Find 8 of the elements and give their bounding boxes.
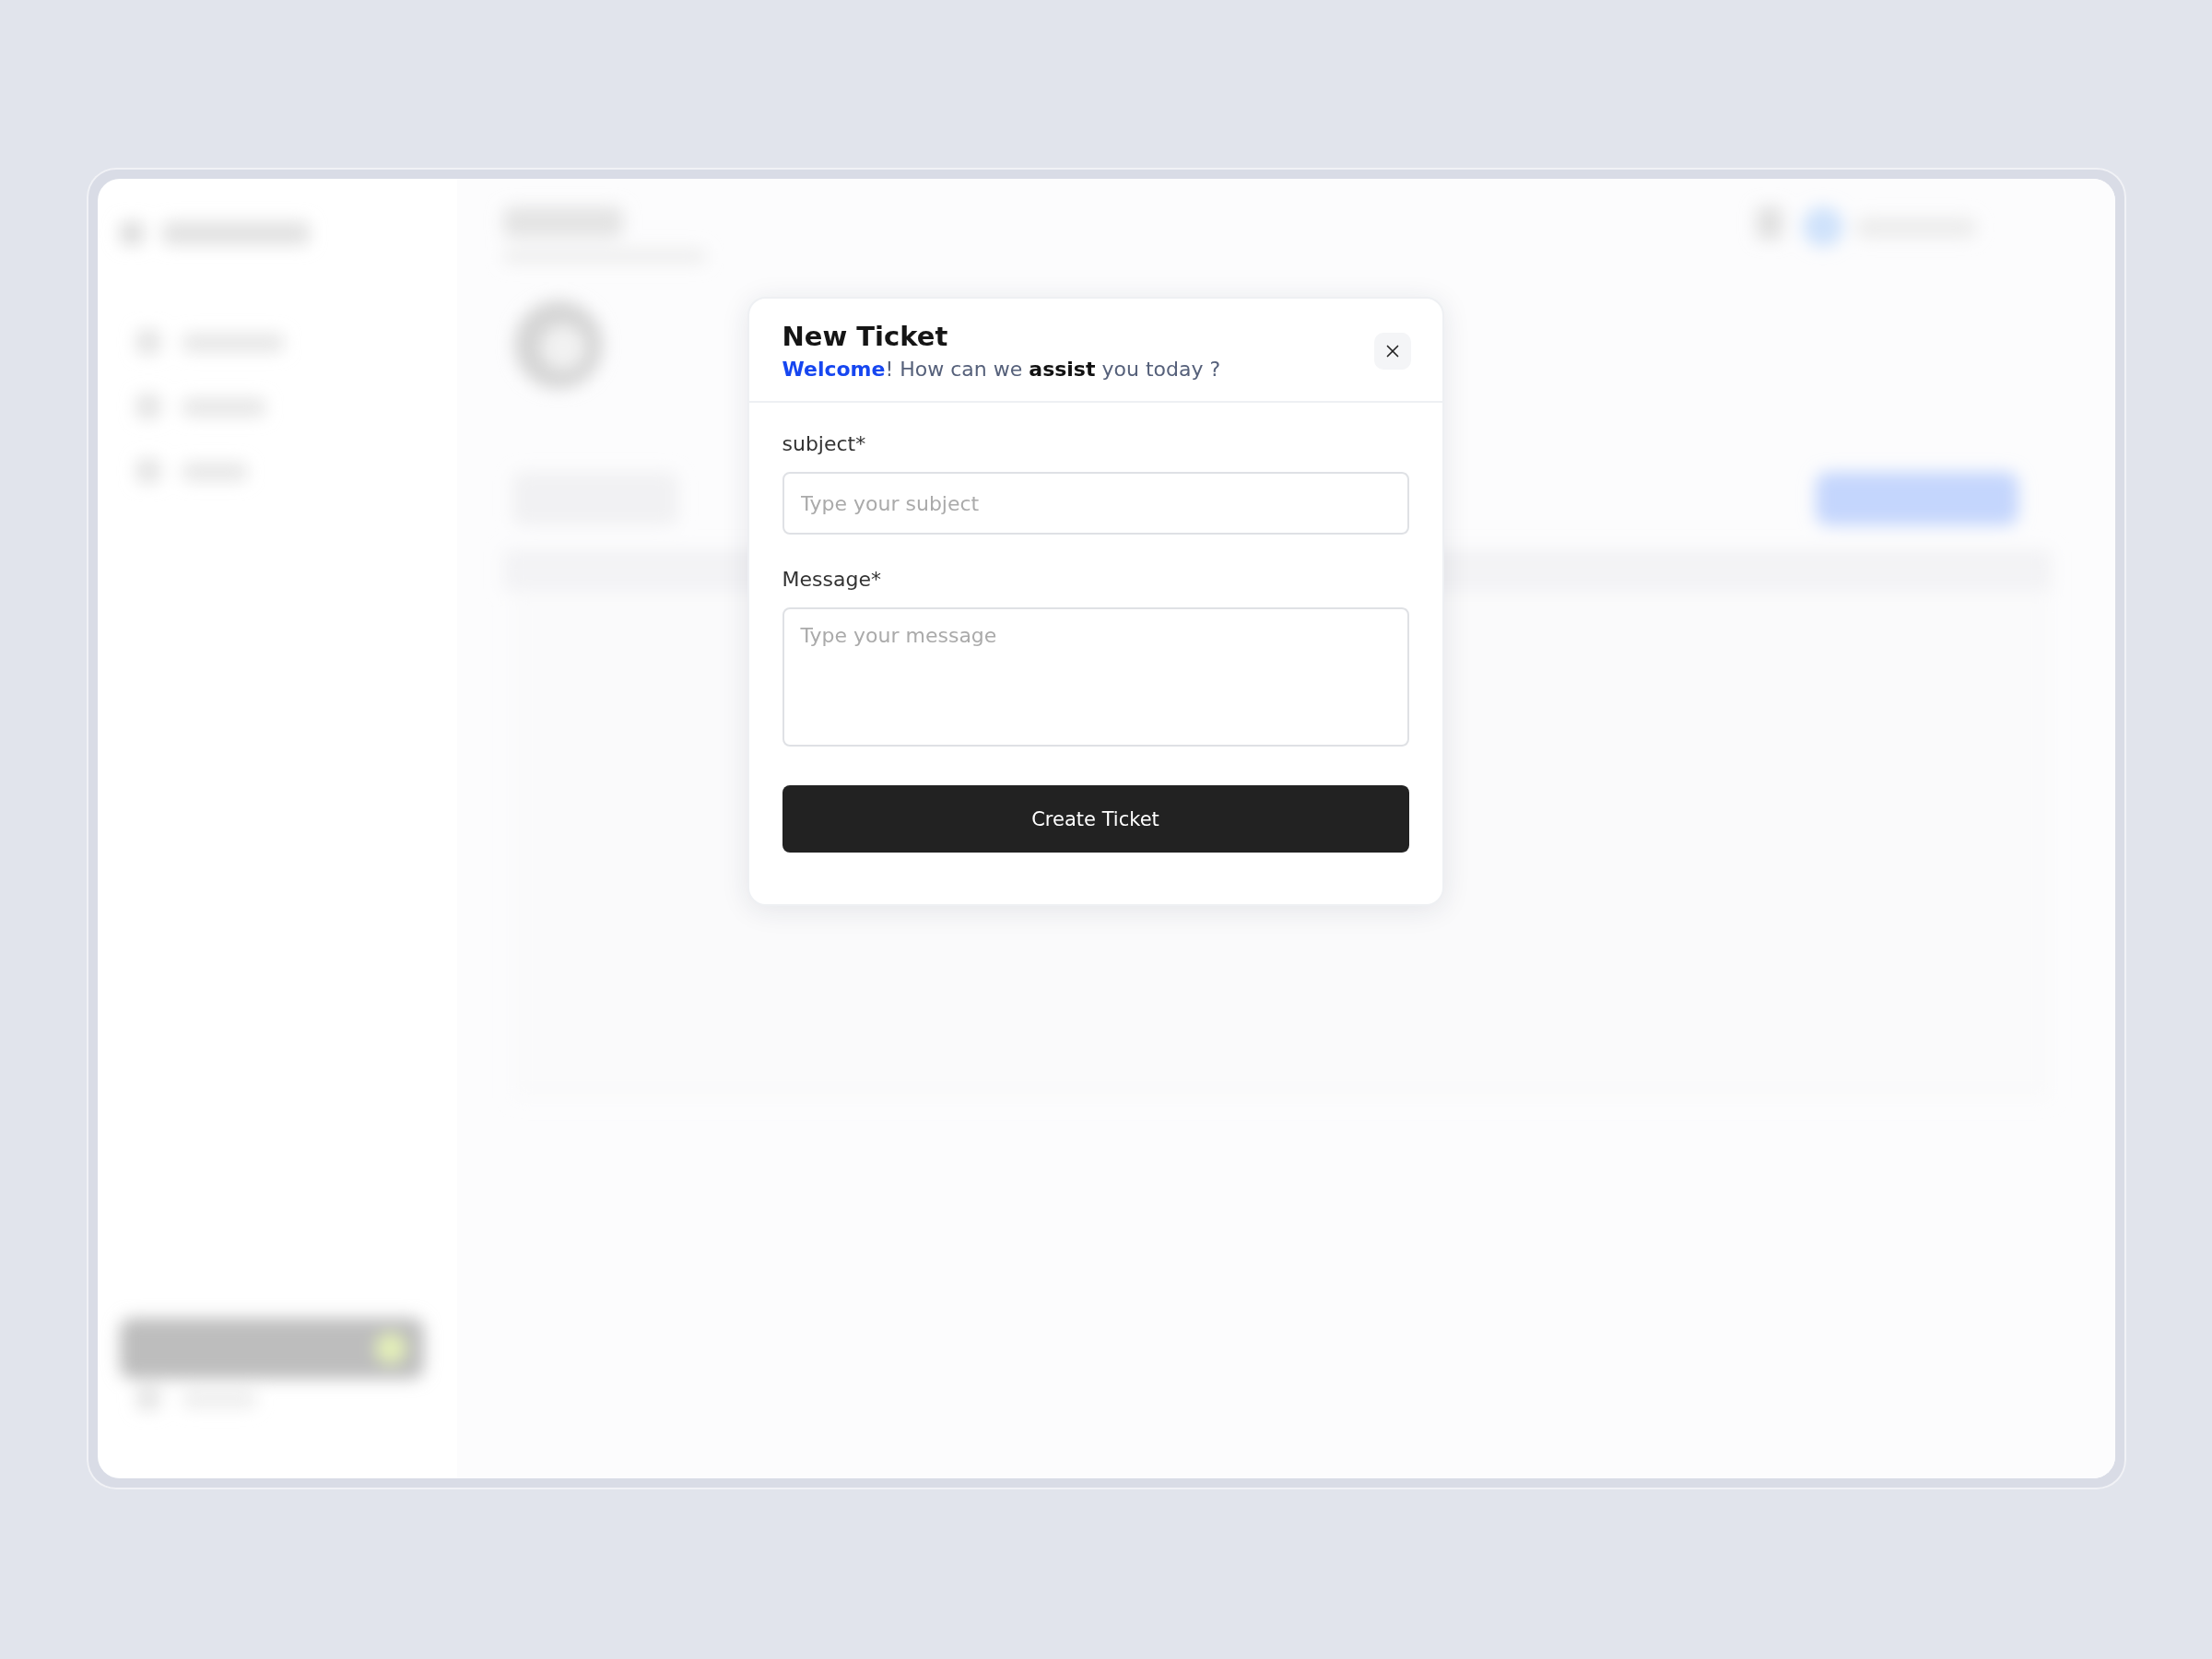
field-label: subject* xyxy=(782,432,867,455)
create-ticket-button[interactable]: Create Ticket xyxy=(782,785,1409,853)
dialog-subtitle: Welcome! How can we assist you today ? xyxy=(782,358,1221,381)
subject-field[interactable]: Type your subject xyxy=(782,472,1409,535)
message-field[interactable]: Type your message xyxy=(782,607,1409,747)
field-label: Message* xyxy=(782,568,882,591)
dialog-title: New Ticket xyxy=(782,321,949,352)
close-button[interactable] xyxy=(1373,332,1411,370)
